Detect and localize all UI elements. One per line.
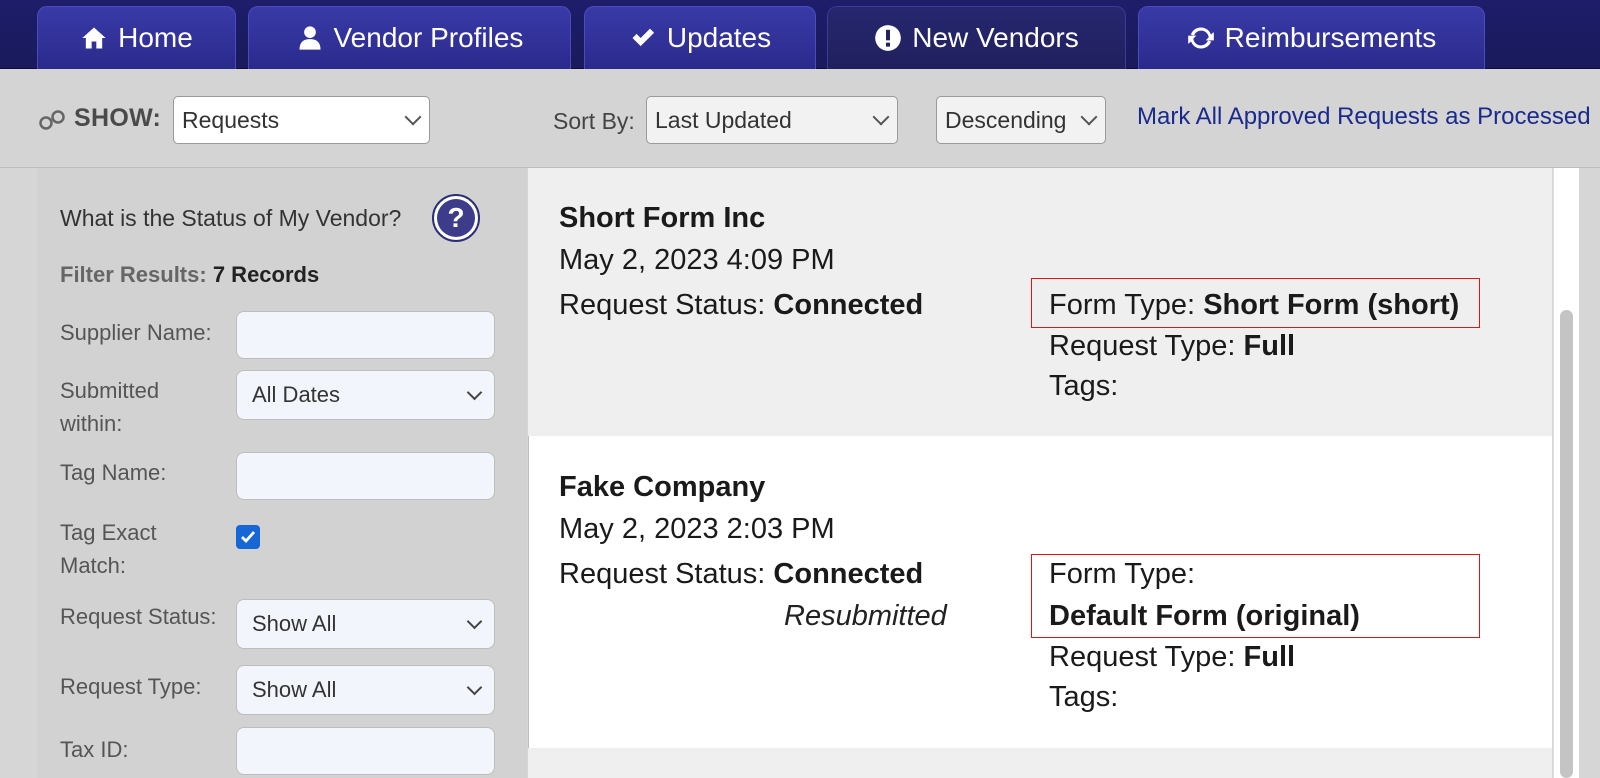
record-status: Request Status: Connected (559, 558, 923, 591)
tab-new-vendors[interactable]: New Vendors (827, 6, 1126, 69)
chevron-down-icon (1080, 108, 1098, 126)
request-type-label: Request Type: (1049, 641, 1236, 673)
record-request-type: Request Type: Full (1049, 330, 1295, 363)
chevron-down-icon (466, 613, 483, 630)
tab-updates[interactable]: Updates (584, 6, 816, 69)
sort-by-select-value: Last Updated (655, 106, 792, 133)
submitted-within-value: All Dates (252, 382, 341, 407)
tab-home-label: Home (118, 22, 193, 53)
request-type-value: Full (1243, 641, 1296, 673)
request-type-select[interactable]: Show All (236, 665, 495, 715)
record-status: Request Status: Connected (559, 289, 923, 322)
record-form-type: Form Type: Short Form (short) (1049, 289, 1459, 322)
tab-vendor-profiles-label: Vendor Profiles (333, 22, 524, 53)
check-icon (632, 28, 654, 47)
request-status-value: Show All (252, 611, 337, 636)
filter-results-label: Filter Results: (60, 262, 207, 287)
request-type-label: Request Type: (1049, 330, 1236, 362)
chevron-down-icon (872, 108, 890, 126)
request-status-label: Request Status: (60, 604, 217, 629)
record-name[interactable]: Fake Company (559, 471, 765, 504)
list-item[interactable] (528, 748, 1552, 778)
record-status-label: Request Status: (559, 289, 766, 321)
record-status-value: Connected (773, 558, 924, 590)
sort-order-select-value: Descending (945, 106, 1067, 133)
tax-id-label: Tax ID: (60, 737, 129, 762)
tab-reimbursements[interactable]: Reimbursements (1138, 6, 1485, 69)
supplier-name-label: Supplier Name: (60, 320, 212, 345)
filter-results: Filter Results: 7 Records (60, 262, 319, 288)
tag-exact-label-2: Match: (60, 553, 127, 578)
record-status-label: Request Status: (559, 558, 766, 590)
record-status-note: Resubmitted (784, 600, 947, 632)
show-label: SHOW: (74, 104, 162, 132)
submitted-within-select[interactable]: All Dates (236, 370, 495, 420)
record-tags: Tags: (1049, 370, 1119, 402)
record-name[interactable]: Short Form Inc (559, 202, 765, 235)
submitted-within-label-2: within: (60, 411, 123, 436)
tab-reimbursements-label: Reimbursements (1224, 22, 1437, 53)
scrollbar-thumb[interactable] (1560, 310, 1573, 778)
record-status-value: Connected (773, 289, 924, 321)
status-question: What is the Status of My Vendor? (60, 205, 402, 231)
tax-id-input[interactable] (236, 727, 495, 775)
tag-exact-match-checkbox[interactable] (236, 525, 260, 549)
refresh-icon (1187, 27, 1214, 49)
home-icon (82, 27, 106, 49)
mark-approved-processed-link[interactable]: Mark All Approved Requests as Processed (1137, 103, 1591, 131)
form-type-value: Default Form (original) (1049, 600, 1360, 632)
tab-home[interactable]: Home (37, 6, 236, 69)
request-status-select[interactable]: Show All (236, 599, 495, 649)
tab-vendor-profiles[interactable]: Vendor Profiles (248, 6, 571, 69)
tab-new-vendors-label: New Vendors (912, 22, 1079, 53)
record-date: May 2, 2023 4:09 PM (559, 244, 835, 276)
supplier-name-input[interactable] (236, 311, 495, 359)
show-select[interactable]: Requests (173, 96, 430, 144)
request-type-value: Show All (252, 677, 337, 702)
link-icon (39, 110, 65, 130)
chevron-down-icon (466, 679, 483, 696)
request-type-value: Full (1243, 330, 1296, 362)
sort-by-label: Sort By: (553, 108, 635, 134)
record-date: May 2, 2023 2:03 PM (559, 513, 835, 545)
tag-name-label: Tag Name: (60, 460, 167, 485)
user-icon (299, 26, 321, 50)
request-type-label: Request Type: (60, 674, 202, 699)
record-request-type: Request Type: Full (1049, 641, 1295, 674)
sort-order-select[interactable]: Descending (936, 96, 1106, 144)
tag-exact-label-1: Tag Exact (60, 520, 157, 545)
checkmark-icon (241, 531, 256, 544)
record-tags: Tags: (1049, 681, 1119, 713)
form-type-label: Form Type: (1049, 289, 1196, 321)
form-type-value: Short Form (short) (1203, 289, 1460, 321)
chevron-down-icon (404, 108, 422, 126)
filter-results-count: 7 Records (212, 262, 320, 287)
tab-updates-label: Updates (666, 22, 772, 53)
submitted-within-label-1: Submitted (60, 378, 160, 403)
help-icon[interactable]: ? (432, 194, 480, 242)
form-type-label: Form Type: (1049, 558, 1196, 590)
exclamation-icon (875, 25, 902, 51)
chevron-down-icon (466, 384, 483, 401)
tag-name-input[interactable] (236, 452, 495, 500)
sort-by-select[interactable]: Last Updated (646, 96, 898, 144)
show-select-value: Requests (182, 106, 280, 133)
